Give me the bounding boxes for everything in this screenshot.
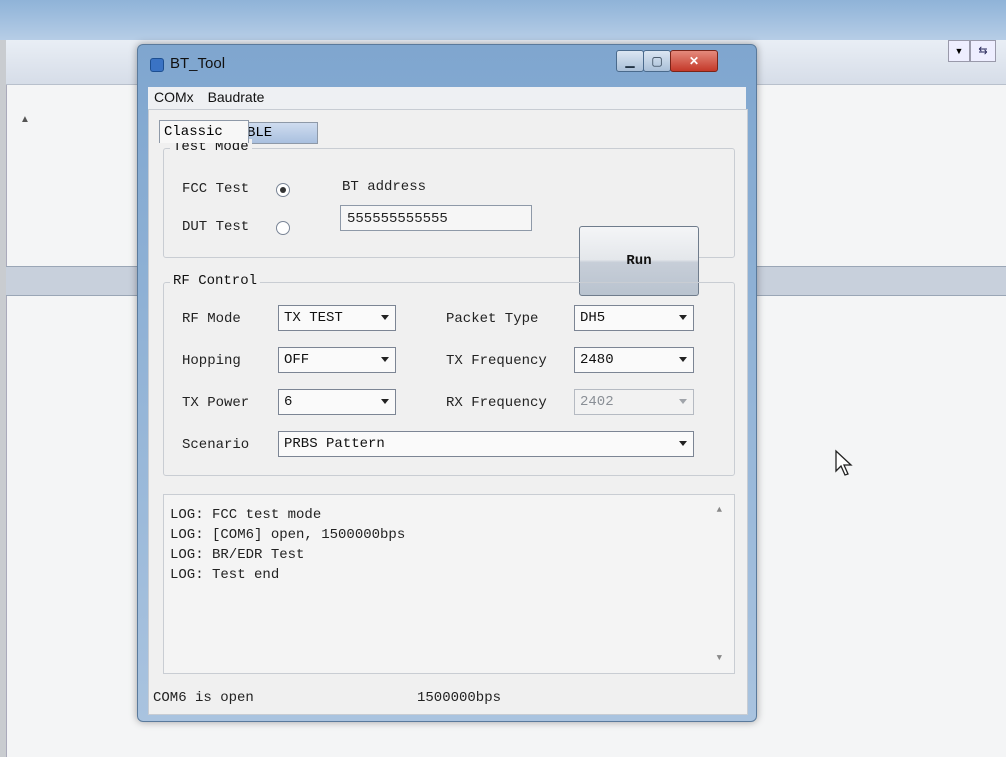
dut-test-radio[interactable] — [276, 221, 290, 235]
rf-mode-value: TX TEST — [284, 310, 343, 326]
tx-power-select[interactable]: 6 — [278, 389, 396, 415]
hopping-select[interactable]: OFF — [278, 347, 396, 373]
tab-classic[interactable]: Classic — [159, 120, 249, 143]
background-row-highlight — [6, 266, 146, 296]
tx-frequency-label: TX Frequency — [446, 353, 547, 369]
background-scroll-up-icon: ▲ — [20, 114, 30, 125]
fcc-test-radio[interactable] — [276, 183, 290, 197]
status-baud: 1500000bps — [417, 690, 502, 706]
background-dropdown-icon[interactable]: ▼ — [948, 40, 970, 62]
hopping-label: Hopping — [182, 353, 241, 369]
tx-power-label: TX Power — [182, 395, 250, 411]
rx-frequency-value: 2402 — [580, 394, 614, 410]
packet-type-label: Packet Type — [446, 311, 539, 327]
tx-power-value: 6 — [284, 394, 293, 410]
rx-frequency-select: 2402 — [574, 389, 694, 415]
log-line: LOG: BR/EDR Test — [170, 547, 305, 563]
status-bar: COM6 is open 1500000bps — [149, 682, 747, 712]
background-row-highlight — [755, 266, 1006, 296]
maximize-button[interactable]: ▢ — [643, 50, 671, 72]
chevron-down-icon — [679, 441, 687, 446]
hopping-value: OFF — [284, 352, 310, 368]
scenario-value: PRBS Pattern — [284, 436, 385, 452]
bt-address-label: BT address — [342, 179, 427, 195]
rx-frequency-label: RX Frequency — [446, 395, 547, 411]
menu-baudrate[interactable]: Baudrate — [202, 87, 269, 105]
log-line: LOG: Test end — [170, 567, 280, 583]
window-title: BT_Tool — [170, 55, 226, 72]
packet-type-value: DH5 — [580, 310, 606, 326]
tx-frequency-value: 2480 — [580, 352, 614, 368]
bt-tool-window: BT_Tool ▁ ▢ ✕ COMx Baudrate Classic BLE … — [137, 44, 757, 722]
chevron-down-icon — [381, 315, 389, 320]
menu-bar: COMx Baudrate — [148, 87, 746, 110]
chevron-down-icon — [679, 357, 687, 362]
status-port: COM6 is open — [153, 690, 254, 706]
close-icon: ✕ — [688, 54, 700, 68]
chevron-down-icon — [381, 399, 389, 404]
background-refresh-icon[interactable]: ⇆ — [970, 40, 996, 62]
client-area: Classic BLE Test Mode FCC Test DUT Test … — [148, 109, 748, 715]
log-textarea[interactable]: LOG: FCC test mode LOG: [COM6] open, 150… — [163, 494, 735, 674]
scenario-label: Scenario — [182, 437, 250, 453]
packet-type-select[interactable]: DH5 — [574, 305, 694, 331]
tx-frequency-select[interactable]: 2480 — [574, 347, 694, 373]
rf-control-group: RF Control RF Mode TX TEST Hopping OFF T… — [163, 273, 735, 476]
bt-address-input[interactable]: 555555555555 — [340, 205, 532, 231]
rf-control-group-label: RF Control — [170, 273, 261, 289]
fcc-test-label: FCC Test — [182, 181, 250, 197]
scroll-up-icon[interactable]: ▲ — [717, 505, 722, 515]
scenario-select[interactable]: PRBS Pattern — [278, 431, 694, 457]
title-bar[interactable]: BT_Tool ▁ ▢ ✕ — [138, 45, 756, 85]
close-button[interactable]: ✕ — [670, 50, 718, 72]
app-icon — [150, 58, 164, 72]
chevron-down-icon — [679, 315, 687, 320]
menu-comx[interactable]: COMx — [148, 87, 198, 105]
rf-mode-label: RF Mode — [182, 311, 241, 327]
maximize-icon: ▢ — [651, 54, 663, 68]
chevron-down-icon — [679, 399, 687, 404]
mouse-cursor-icon — [835, 449, 853, 476]
log-line: LOG: FCC test mode — [170, 507, 322, 523]
chevron-down-icon — [381, 357, 389, 362]
desktop-top-area — [0, 0, 1006, 40]
rf-mode-select[interactable]: TX TEST — [278, 305, 396, 331]
minimize-button[interactable]: ▁ — [616, 50, 644, 72]
log-line: LOG: [COM6] open, 1500000bps — [170, 527, 406, 543]
dut-test-label: DUT Test — [182, 219, 250, 235]
tab-ble[interactable]: BLE — [242, 122, 318, 144]
minimize-icon: ▁ — [625, 54, 635, 68]
scroll-down-icon[interactable]: ▼ — [717, 653, 722, 663]
